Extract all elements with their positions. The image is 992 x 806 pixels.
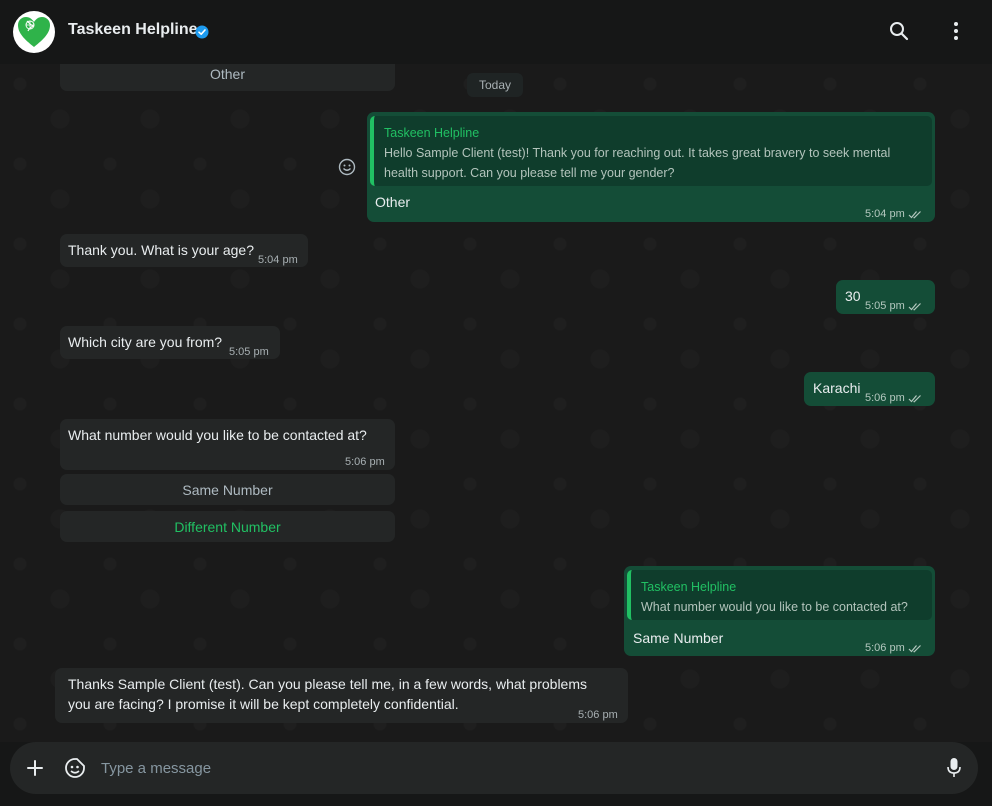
more-vert-icon bbox=[954, 22, 958, 40]
message-text-line2: you are facing? I promise it will be kep… bbox=[68, 696, 459, 712]
chat-header: Taskeen Helpline bbox=[0, 0, 992, 64]
message-time: 5:05 pm bbox=[865, 296, 922, 316]
chat-title[interactable]: Taskeen Helpline bbox=[68, 21, 198, 39]
heart-logo-icon bbox=[18, 17, 50, 47]
option-same-number-button[interactable]: Same Number bbox=[60, 474, 395, 505]
option-label: Other bbox=[209, 66, 245, 82]
double-check-icon bbox=[908, 394, 921, 403]
outgoing-message[interactable]: 30 5:05 pm bbox=[836, 280, 935, 314]
quote-text-line2: health support. Can you please tell me y… bbox=[384, 166, 675, 180]
message-text: Thank you. What is your age? bbox=[68, 242, 254, 258]
search-icon bbox=[890, 22, 909, 41]
incoming-message[interactable]: Which city are you from? 5:05 pm bbox=[60, 326, 280, 359]
double-check-icon bbox=[908, 210, 921, 219]
option-different-number-button[interactable]: Different Number bbox=[60, 511, 395, 542]
message-input[interactable] bbox=[101, 756, 901, 780]
date-label: Today bbox=[478, 78, 512, 92]
message-text: 30 bbox=[845, 288, 861, 304]
quoted-message[interactable]: Taskeen Helpline What number would you l… bbox=[627, 570, 932, 620]
outgoing-message[interactable]: Taskeen Helpline Hello Sample Client (te… bbox=[367, 112, 935, 222]
message-time: 5:04 pm bbox=[865, 204, 922, 224]
compose-box bbox=[10, 742, 978, 794]
outgoing-message[interactable]: Taskeen Helpline What number would you l… bbox=[624, 566, 935, 656]
quote-text-line1: Hello Sample Client (test)! Thank you fo… bbox=[384, 146, 891, 160]
option-other-button[interactable]: Other bbox=[60, 64, 395, 91]
verified-badge-icon bbox=[195, 25, 209, 39]
message-text: Same Number bbox=[633, 630, 724, 646]
date-divider: Today bbox=[467, 73, 523, 97]
option-label: Same Number bbox=[182, 481, 273, 498]
incoming-message[interactable]: What number would you like to be contact… bbox=[60, 419, 395, 470]
quote-text-line1: What number would you like to be contact… bbox=[641, 600, 908, 614]
microphone-icon[interactable] bbox=[947, 757, 961, 779]
message-time: 5:06 pm bbox=[865, 388, 922, 408]
message-time: 5:06 pm bbox=[345, 456, 385, 468]
message-time: 5:04 pm bbox=[258, 254, 298, 266]
avatar[interactable] bbox=[13, 11, 55, 53]
sticker-emoji-icon[interactable] bbox=[64, 757, 86, 779]
double-check-icon bbox=[908, 644, 921, 653]
message-text: Karachi bbox=[813, 380, 861, 396]
compose-bar bbox=[0, 742, 992, 806]
time-label: 5:06 pm bbox=[865, 642, 905, 654]
message-list[interactable]: Other Today Taskeen Helpline Hello Sampl… bbox=[0, 64, 992, 742]
search-button[interactable] bbox=[888, 20, 910, 42]
attach-plus-icon[interactable] bbox=[26, 759, 44, 777]
menu-button[interactable] bbox=[945, 20, 967, 42]
message-time: 5:06 pm bbox=[578, 709, 618, 721]
message-text-line1: Thanks Sample Client (test). Can you ple… bbox=[68, 676, 588, 692]
message-time: 5:06 pm bbox=[865, 638, 922, 658]
message-text: Other bbox=[375, 194, 411, 210]
option-label: Different Number bbox=[174, 518, 281, 535]
outgoing-message[interactable]: Karachi 5:06 pm bbox=[804, 372, 935, 406]
message-text: What number would you like to be contact… bbox=[68, 427, 367, 443]
incoming-message[interactable]: Thank you. What is your age? 5:04 pm bbox=[60, 234, 308, 267]
time-label: 5:04 pm bbox=[865, 208, 905, 220]
double-check-icon bbox=[908, 302, 921, 311]
quote-sender: Taskeen Helpline bbox=[384, 126, 480, 140]
message-text: Which city are you from? bbox=[68, 334, 223, 350]
time-label: 5:06 pm bbox=[865, 392, 905, 404]
whatsapp-chat-window: Taskeen Helpline Other Today Taskeen Hel… bbox=[0, 0, 992, 806]
quoted-message[interactable]: Taskeen Helpline Hello Sample Client (te… bbox=[370, 116, 932, 186]
time-label: 5:05 pm bbox=[865, 300, 905, 312]
emoji-reaction-icon[interactable] bbox=[338, 158, 356, 176]
message-time: 5:05 pm bbox=[229, 346, 269, 358]
quote-sender: Taskeen Helpline bbox=[641, 580, 737, 594]
incoming-message[interactable]: Thanks Sample Client (test). Can you ple… bbox=[55, 668, 628, 723]
